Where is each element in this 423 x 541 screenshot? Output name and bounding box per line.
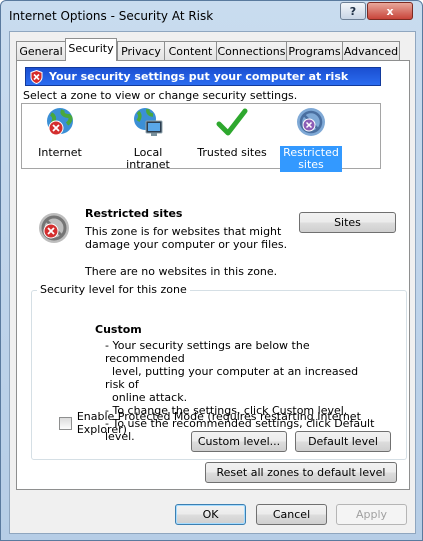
reset-all-zones-button[interactable]: Reset all zones to default level	[205, 462, 397, 483]
sites-button-label: Sites	[334, 216, 361, 229]
security-tab-panel: Your security settings put your computer…	[16, 60, 410, 490]
zone-local-intranet[interactable]: Local intranet	[110, 106, 186, 172]
tab-privacy[interactable]: Privacy	[117, 41, 165, 60]
risk-warning-banner: Your security settings put your computer…	[25, 67, 381, 86]
custom-level-button[interactable]: Custom level...	[191, 431, 287, 452]
apply-button[interactable]: Apply	[336, 504, 407, 525]
tab-connections[interactable]: Connections	[216, 41, 287, 60]
zone-empty-note: There are no websites in this zone.	[85, 265, 278, 278]
zone-restricted-sites[interactable]: Restricted sites	[280, 106, 342, 172]
protected-mode-checkbox[interactable]	[59, 416, 72, 430]
sites-button[interactable]: Sites	[299, 212, 396, 233]
security-level-name: Custom	[95, 323, 142, 336]
custom-level-button-label: Custom level...	[197, 435, 281, 448]
close-button[interactable]: x	[367, 2, 413, 20]
tab-general[interactable]: General	[16, 41, 66, 60]
tab-security[interactable]: Security	[65, 38, 117, 61]
zone-label-local-intranet: Local intranet	[126, 146, 170, 171]
ok-button[interactable]: OK	[175, 504, 246, 525]
cancel-button-label: Cancel	[272, 508, 311, 521]
dialog-client-area: General Security Privacy Content Connect…	[9, 31, 416, 534]
reset-all-zones-label: Reset all zones to default level	[216, 466, 386, 479]
zone-label-trusted-sites: Trusted sites	[197, 146, 267, 159]
title-bar: Internet Options - Security At Risk ? x	[1, 1, 422, 31]
cancel-button[interactable]: Cancel	[256, 504, 327, 525]
zone-label-internet: Internet	[38, 146, 82, 159]
zone-info-description: This zone is for websites that might dam…	[85, 225, 288, 251]
help-icon: ?	[349, 4, 357, 18]
restricted-zone-warning-icon	[39, 213, 69, 243]
restricted-icon	[297, 108, 325, 136]
tab-programs[interactable]: Programs	[286, 41, 343, 60]
zone-list: Internet Local intranet Trusted sites Re…	[21, 103, 381, 172]
zone-select-label: Select a zone to view or change security…	[23, 89, 298, 102]
help-button[interactable]: ?	[340, 2, 366, 20]
close-icon: x	[386, 4, 394, 18]
zone-info-title: Restricted sites	[85, 207, 183, 220]
default-level-button[interactable]: Default level	[295, 431, 391, 452]
tab-advanced[interactable]: Advanced	[342, 41, 400, 60]
window-title: Internet Options - Security At Risk	[9, 9, 214, 23]
tab-content[interactable]: Content	[164, 41, 217, 60]
globe-warning-icon	[47, 108, 73, 136]
default-level-button-label: Default level	[308, 435, 378, 448]
intranet-icon	[134, 108, 163, 136]
risk-banner-text: Your security settings put your computer…	[49, 70, 349, 83]
security-level-label: Security level for this zone	[37, 283, 190, 296]
ok-button-label: OK	[202, 508, 219, 521]
zone-label-restricted-sites: Restricted sites	[280, 146, 342, 172]
shield-warning-icon	[30, 69, 43, 84]
zone-internet[interactable]: Internet	[26, 106, 94, 160]
apply-button-label: Apply	[355, 508, 388, 521]
internet-options-window: Internet Options - Security At Risk ? x …	[0, 0, 423, 541]
security-level-line: - Your security settings are below the r…	[105, 339, 314, 365]
security-level-line: level, putting your computer at an incre…	[105, 365, 362, 391]
checkmark-icon	[216, 108, 248, 136]
security-level-line: online attack.	[105, 391, 188, 404]
zone-trusted-sites[interactable]: Trusted sites	[194, 106, 270, 160]
